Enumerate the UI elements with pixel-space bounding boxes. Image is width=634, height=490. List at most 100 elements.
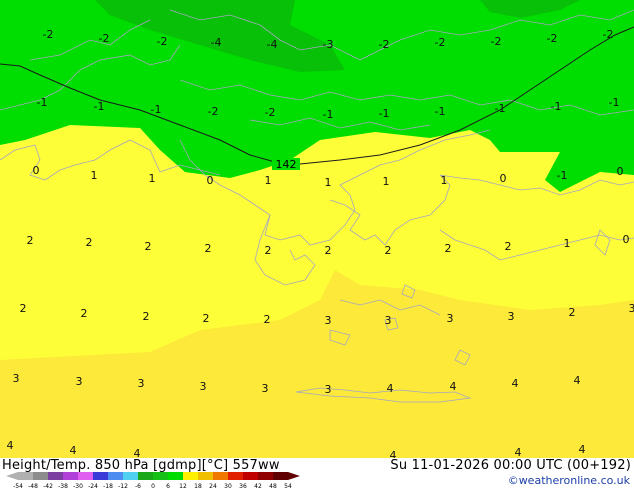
- temperature-label: 0: [207, 174, 214, 187]
- temperature-label: 2: [203, 312, 210, 325]
- temperature-label: -1: [94, 100, 105, 113]
- legend-swatch: [273, 472, 288, 480]
- temperature-label: 3: [385, 314, 392, 327]
- temperature-label: 1: [91, 169, 98, 182]
- legend-swatch: [48, 472, 63, 480]
- temperature-label: -2: [43, 28, 54, 41]
- legend-tick-label: -30: [73, 483, 83, 490]
- legend-tick-label: -24: [88, 483, 98, 490]
- temperature-label: 1: [149, 172, 156, 185]
- temperature-label: 4: [387, 382, 394, 395]
- legend-swatch: [18, 472, 33, 480]
- temperature-label: -2: [379, 38, 390, 51]
- temperature-label: -1: [37, 96, 48, 109]
- temperature-label: -1: [609, 96, 620, 109]
- legend-swatch: [183, 472, 198, 480]
- legend-swatch: [138, 472, 153, 480]
- temperature-label: 2: [325, 244, 332, 257]
- temperature-label: 2: [264, 313, 271, 326]
- legend-tick-label: 48: [269, 483, 277, 490]
- weather-map: 142 -2 -2 -2 -4 -4 -3 -2 -2 -2 -2 -2 -1 -1 -1 -2 -2 -1 -1…: [0, 0, 634, 458]
- temperature-label: 0: [617, 165, 624, 178]
- temperature-label: 4: [515, 446, 522, 458]
- legend-swatch: [213, 472, 228, 480]
- temperature-label: -1: [551, 100, 562, 113]
- temperature-label: 4: [574, 374, 581, 387]
- temperature-label: 2: [27, 234, 34, 247]
- legend-swatch: [168, 472, 183, 480]
- temperature-label: -1: [379, 107, 390, 120]
- temperature-label: 4: [450, 380, 457, 393]
- temperature-label: -1: [323, 108, 334, 121]
- color-legend: -54 -48 -42 -38 -30 -24 -18 -12 -6 0 6 12 18 24 30 36 42…: [0, 470, 300, 490]
- temperature-label: 3: [447, 312, 454, 325]
- temperature-label: 2: [86, 236, 93, 249]
- temperature-label: -1: [151, 103, 162, 116]
- temperature-label: 3: [138, 377, 145, 390]
- temperature-label: -4: [211, 36, 222, 49]
- temperature-label: 4: [579, 443, 586, 456]
- legend-tick-label: 54: [284, 483, 292, 490]
- temperature-label: 3: [325, 314, 332, 327]
- temperature-label: 1: [441, 174, 448, 187]
- temperature-label: 4: [512, 377, 519, 390]
- temperature-label: 2: [445, 242, 452, 255]
- temperature-label: 2: [81, 307, 88, 320]
- legend-tick-label: 24: [209, 483, 217, 490]
- legend-swatch: [123, 472, 138, 480]
- legend-swatch: [198, 472, 213, 480]
- forecast-datetime: Su 11-01-2026 00:00 UTC (00+192): [390, 458, 631, 473]
- temperature-label: 2: [20, 302, 27, 315]
- legend-tick-label: -6: [135, 483, 141, 490]
- temperature-label: 3: [508, 310, 515, 323]
- temperature-label: 3: [13, 372, 20, 385]
- temperature-label: 2: [143, 310, 150, 323]
- legend-tick-label: -54: [13, 483, 23, 490]
- temperature-label: 1: [265, 174, 272, 187]
- legend-tick-label: 42: [254, 483, 262, 490]
- legend-arrow-left: [6, 472, 18, 480]
- temperature-label: -3: [323, 38, 334, 51]
- legend-tick-label: -48: [28, 483, 38, 490]
- temperature-label: -1: [435, 105, 446, 118]
- legend-arrow-right: [288, 472, 300, 480]
- temperature-label: 1: [325, 176, 332, 189]
- temperature-label: -4: [267, 38, 278, 51]
- legend-tick-label: 12: [179, 483, 187, 490]
- temperature-label: 3: [262, 382, 269, 395]
- temperature-label: 2: [505, 240, 512, 253]
- legend-tick-label: 18: [194, 483, 202, 490]
- temperature-label: -1: [557, 169, 568, 182]
- temperature-label: -2: [157, 35, 168, 48]
- temperature-label: 0: [623, 233, 630, 246]
- legend-swatch: [63, 472, 78, 480]
- legend-swatch: [243, 472, 258, 480]
- credit-link[interactable]: ©weatheronline.co.uk: [508, 474, 630, 487]
- temperature-label: 3: [629, 302, 634, 315]
- legend-swatch: [33, 472, 48, 480]
- temperature-label: 4: [134, 447, 141, 458]
- temperature-label: -2: [547, 32, 558, 45]
- temperature-label: 1: [564, 237, 571, 250]
- temperature-label: 4: [70, 444, 77, 457]
- temperature-label: 2: [265, 244, 272, 257]
- contour-label: 142: [276, 158, 297, 171]
- temperature-label: 0: [33, 164, 40, 177]
- legend-tick-label: 0: [151, 483, 155, 490]
- legend-swatch: [228, 472, 243, 480]
- temperature-label: -2: [491, 35, 502, 48]
- legend-swatch: [258, 472, 273, 480]
- temperature-label: 3: [200, 380, 207, 393]
- temperature-label: 4: [390, 449, 397, 458]
- legend-swatch: [108, 472, 123, 480]
- temperature-label: 0: [500, 172, 507, 185]
- legend-tick-label: 36: [239, 483, 247, 490]
- temperature-label: 1: [383, 175, 390, 188]
- temperature-label: -1: [495, 102, 506, 115]
- legend-tick-label: 6: [166, 483, 170, 490]
- legend-swatch: [153, 472, 168, 480]
- legend-swatch: [93, 472, 108, 480]
- temperature-label: -2: [603, 28, 614, 41]
- temperature-label: 3: [76, 375, 83, 388]
- temperature-label: 4: [7, 439, 14, 452]
